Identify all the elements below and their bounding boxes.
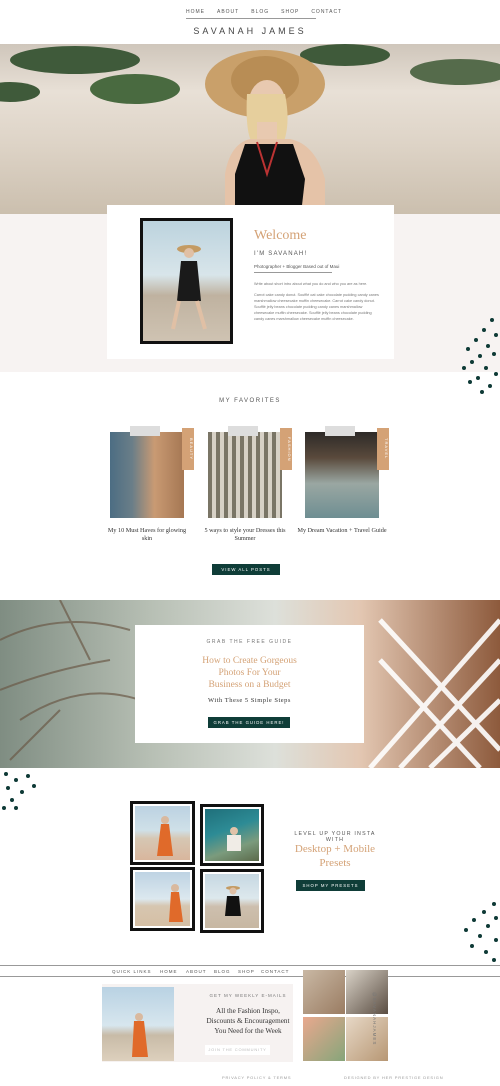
favorite-card-fashion[interactable]: FASHION [208,426,292,518]
guide-subheading: With These 5 Simple Steps [208,697,291,704]
instagram-photo[interactable] [303,970,345,1014]
instagram-photo[interactable] [303,1017,345,1061]
site-logo[interactable]: SAVANAH JAMES [0,26,500,36]
favorite-image[interactable] [305,432,379,518]
favorite-caption[interactable]: My Dream Vacation + Travel Guide [297,527,387,535]
instagram-photo[interactable] [346,1017,388,1061]
nav-link-about[interactable]: ABOUT [217,9,239,15]
about-photo [140,218,233,344]
intro-name: I'M SAVANAH! [254,251,308,257]
shop-presets-button[interactable]: SHOP MY PRESETS HERE [296,880,365,899]
footer-quick-links-label: QUICK LINKS [112,969,152,974]
intro-divider [254,272,332,273]
favorite-tag: FASHION [280,428,292,470]
footer-divider-bottom [0,976,500,977]
top-nav: HOME ABOUT BLOG SHOP CONTACT SAVANAH JAM… [0,0,500,44]
preset-photo [130,867,195,931]
nav-link-shop[interactable]: SHOP [281,9,299,15]
footer-link-about[interactable]: ABOUT [186,969,207,974]
instagram-handle[interactable]: @SAVANAHJAMES [372,992,377,1045]
favorite-card-beauty[interactable]: BEAUTY [110,426,194,518]
nav-links: HOME ABOUT BLOG SHOP CONTACT [186,9,342,15]
favorite-card-travel[interactable]: TRAVEL [305,426,389,518]
instagram-photo[interactable] [346,970,388,1014]
preset-photo [130,801,195,865]
presets-heading: Desktop + Mobile Presets [294,843,376,869]
hero-image [0,44,500,214]
about-body-text: Carrot cake candy donut. Soufflé oat cak… [254,293,379,321]
footer-link-contact[interactable]: CONTACT [261,969,289,974]
guide-eyebrow: GRAB THE FREE GUIDE [206,639,293,645]
intro-subtitle: Photographer + Blogger Based out of Maui [254,264,340,269]
favorite-caption[interactable]: My 10 Must Haves for glowing skin [102,527,192,543]
favorite-tag: TRAVEL [377,428,389,470]
nav-link-home[interactable]: HOME [186,9,205,15]
intro-text: Write about short intro about what you d… [254,282,368,286]
view-all-posts-button[interactable]: VIEW ALL POSTS [212,564,280,575]
newsletter-eyebrow: GET MY WEEKLY E-MAILS [209,993,287,998]
footer-link-home[interactable]: HOME [160,969,178,974]
favorite-caption[interactable]: 5 ways to style your Dresses this Summer [200,527,290,543]
welcome-heading: Welcome [254,228,307,243]
preset-photo [200,869,264,933]
favorites-title: MY FAVORITES [219,398,281,404]
guide-heading: How to Create Gorgeous Photos For Your B… [202,656,297,690]
footer-divider-top [0,965,500,966]
favorite-image[interactable] [110,432,184,518]
footer-link-blog[interactable]: BLOG [214,969,231,974]
newsletter-heading: All the Fashion Inspo, Discounts & Encou… [206,1007,290,1035]
nav-link-blog[interactable]: BLOG [251,9,269,15]
nav-divider [186,18,316,19]
favorite-image[interactable] [208,432,282,518]
grab-guide-button[interactable]: GRAB THE GUIDE HERE! [208,717,290,728]
preset-photo [200,804,264,866]
nav-link-contact[interactable]: CONTACT [311,9,342,15]
newsletter-photo [102,987,174,1061]
footer-link-shop[interactable]: SHOP [238,969,255,974]
designer-credit[interactable]: DESIGNED BY HER PRESTIGE DESIGN [344,1075,443,1080]
privacy-policy-link[interactable]: PRIVACY POLICY & TERMS [222,1075,291,1080]
favorite-tag: BEAUTY [182,428,194,470]
hero-model-figure [205,50,325,214]
join-community-button[interactable]: JOIN THE COMMUNITY [205,1045,270,1055]
